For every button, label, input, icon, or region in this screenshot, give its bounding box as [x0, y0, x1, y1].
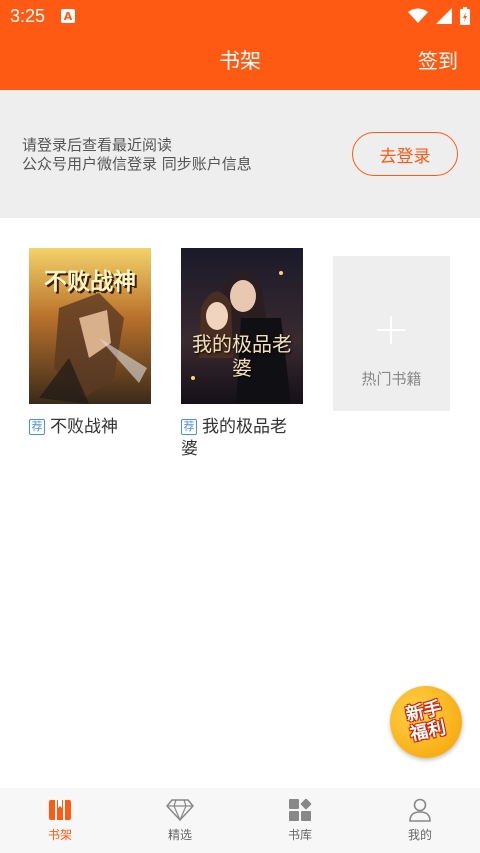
recommend-tag: 荐 — [29, 419, 45, 435]
bookshelf-icon — [49, 800, 71, 820]
book-item[interactable]: 我的极品老婆 荐我的极品老婆 — [181, 248, 303, 460]
status-bar: 3:25 A — [0, 0, 480, 32]
tab-bookshelf[interactable]: 书架 — [0, 788, 120, 853]
status-indicators — [408, 7, 470, 25]
login-prompt-line1: 请登录后查看最近阅读 — [22, 136, 173, 154]
signal-icon — [436, 8, 452, 24]
book-item[interactable]: 不败战神 荐不败战神 — [29, 248, 151, 438]
newbie-welfare-badge[interactable]: 新手 福利 — [383, 679, 469, 765]
tab-label: 书架 — [47, 828, 72, 842]
tab-library[interactable]: 书库 — [240, 788, 360, 853]
diamond-icon — [166, 799, 194, 822]
status-time: 3:25 — [10, 5, 46, 26]
page-title: 书架 — [219, 49, 261, 73]
library-grid-icon — [289, 798, 312, 821]
checkin-button[interactable]: 签到 — [418, 32, 458, 90]
tab-mine[interactable]: 我的 — [360, 788, 480, 853]
login-prompt-line2: 公众号用户微信登录 同步账户信息 — [22, 155, 252, 173]
bottom-tab-bar: 书架 精选 书库 我的 — [0, 788, 480, 853]
plus-icon — [377, 316, 405, 344]
battery-icon — [460, 7, 470, 25]
user-icon — [409, 798, 431, 822]
wifi-icon — [408, 8, 428, 23]
book-cover[interactable]: 不败战神 — [29, 248, 151, 404]
book-cover-title: 不败战神 — [44, 269, 136, 295]
hot-books-label: 热门书籍 — [361, 370, 422, 388]
book-cover[interactable]: 我的极品老婆 — [181, 248, 303, 404]
login-button[interactable]: 去登录 — [352, 132, 458, 176]
tab-label: 精选 — [167, 828, 192, 842]
hot-books-tile[interactable]: 热门书籍 — [333, 256, 450, 411]
book-title-row: 荐我的极品老婆 — [181, 416, 303, 460]
recommend-tag: 荐 — [181, 419, 197, 435]
tab-featured[interactable]: 精选 — [120, 788, 240, 853]
book-cover-title: 我的极品老婆 — [192, 332, 292, 380]
tab-label: 书库 — [287, 828, 312, 842]
app-header: 书架 签到 — [0, 32, 480, 90]
book-title: 不败战神 — [50, 417, 118, 437]
notification-app-icon: A — [61, 9, 76, 23]
tab-label: 我的 — [407, 828, 432, 842]
login-prompt-text: 请登录后查看最近阅读 公众号用户微信登录 同步账户信息 — [22, 136, 252, 174]
welfare-line2: 福利 — [408, 717, 448, 746]
book-cover-art — [181, 248, 303, 404]
login-prompt-panel: 请登录后查看最近阅读 公众号用户微信登录 同步账户信息 去登录 — [0, 90, 480, 218]
book-title-row: 荐不败战神 — [29, 416, 151, 438]
